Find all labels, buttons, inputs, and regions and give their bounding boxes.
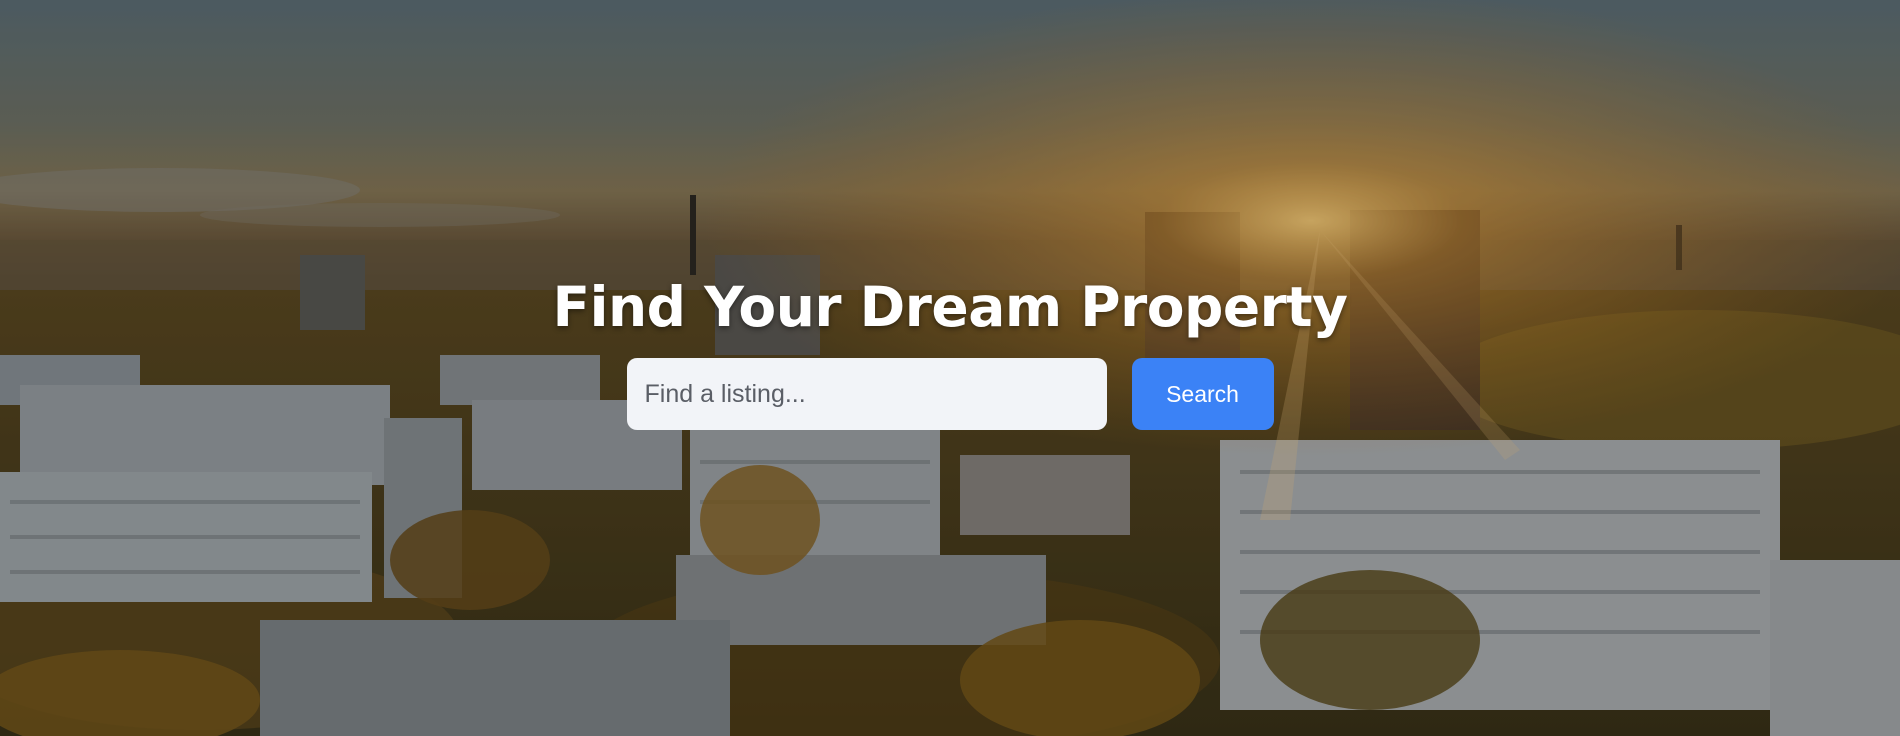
search-button[interactable]: Search bbox=[1131, 358, 1274, 430]
hero-content: Find Your Dream Property Search bbox=[0, 268, 1900, 430]
search-bar: Search bbox=[626, 358, 1274, 430]
search-input[interactable] bbox=[626, 358, 1107, 430]
hero-section: Find Your Dream Property Search bbox=[0, 0, 1900, 736]
hero-title: Find Your Dream Property bbox=[552, 275, 1348, 339]
